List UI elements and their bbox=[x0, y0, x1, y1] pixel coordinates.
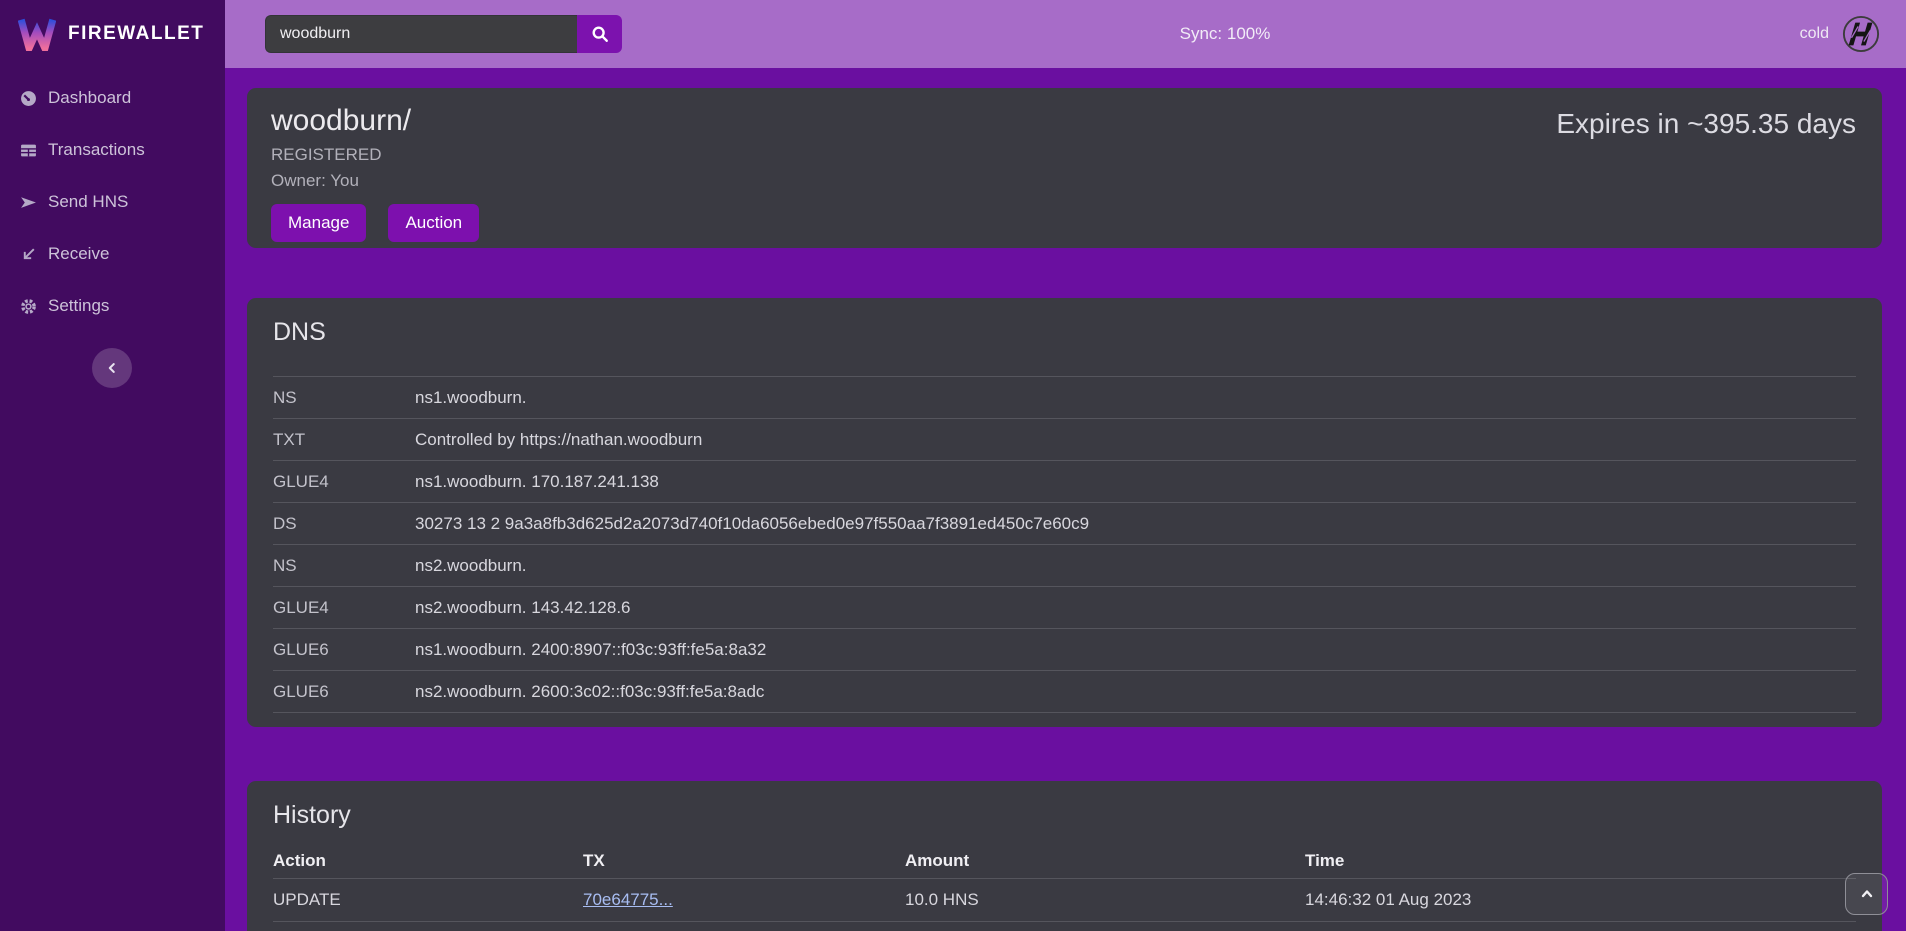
dns-record-value: ns1.woodburn. 170.187.241.138 bbox=[415, 472, 659, 492]
chevron-left-icon bbox=[105, 361, 119, 375]
dns-record-type: GLUE4 bbox=[273, 472, 415, 492]
history-row: RENEW 476ed4... 10.0 HNS 15:47:36 07 Jul… bbox=[273, 922, 1856, 931]
history-action: UPDATE bbox=[273, 890, 583, 910]
settings-icon bbox=[20, 298, 37, 315]
history-header-time: Time bbox=[1305, 851, 1856, 871]
app-root: FIREWALLET Dashboard bbox=[0, 0, 1906, 931]
tx-link[interactable]: 70e64775... bbox=[583, 890, 673, 909]
dns-record-type: TXT bbox=[273, 430, 415, 450]
history-amount: 10.0 HNS bbox=[905, 890, 1305, 910]
sidebar-collapse-button[interactable] bbox=[92, 348, 132, 388]
dns-record-type: NS bbox=[273, 388, 415, 408]
dns-record-value: ns2.woodburn. 2600:3c02::f03c:93ff:fe5a:… bbox=[415, 682, 764, 702]
dns-record-row: DS 30273 13 2 9a3a8fb3d625d2a2073d740f10… bbox=[273, 502, 1856, 544]
history-row: UPDATE 70e64775... 10.0 HNS 14:46:32 01 … bbox=[273, 879, 1856, 922]
dns-record-value: ns1.woodburn. bbox=[415, 388, 527, 408]
dns-record-value: ns2.woodburn. bbox=[415, 556, 527, 576]
sidebar-item-settings[interactable]: Settings bbox=[0, 280, 225, 332]
history-title: History bbox=[273, 801, 1856, 830]
send-icon bbox=[20, 194, 37, 211]
dns-record-value: ns1.woodburn. 2400:8907::f03c:93ff:fe5a:… bbox=[415, 640, 766, 660]
topbar: Sync: 100% cold bbox=[225, 0, 1906, 68]
sidebar: FIREWALLET Dashboard bbox=[0, 0, 225, 931]
dns-record-type: DS bbox=[273, 514, 415, 534]
dns-record-type: GLUE6 bbox=[273, 682, 415, 702]
brand[interactable]: FIREWALLET bbox=[0, 0, 225, 68]
dns-title: DNS bbox=[273, 318, 1856, 347]
expiry-label: Expires in ~395.35 days bbox=[1556, 108, 1856, 140]
domain-status: REGISTERED bbox=[271, 145, 1858, 165]
dns-record-type: NS bbox=[273, 556, 415, 576]
search-button[interactable] bbox=[577, 15, 622, 53]
history-header-tx: TX bbox=[583, 851, 905, 871]
sidebar-item-label: Transactions bbox=[48, 140, 145, 160]
sidebar-item-label: Dashboard bbox=[48, 88, 131, 108]
dns-record-row: GLUE4 ns1.woodburn. 170.187.241.138 bbox=[273, 460, 1856, 502]
domain-owner: Owner: You bbox=[271, 171, 1858, 191]
sidebar-item-label: Settings bbox=[48, 296, 109, 316]
auction-button[interactable]: Auction bbox=[388, 204, 479, 242]
sync-status: Sync: 100% bbox=[1180, 0, 1271, 68]
dns-record-value: Controlled by https://nathan.woodburn bbox=[415, 430, 702, 450]
sidebar-item-label: Receive bbox=[48, 244, 109, 264]
scroll-to-top-button[interactable] bbox=[1845, 873, 1888, 915]
dns-record-row: GLUE6 ns2.woodburn. 2600:3c02::f03c:93ff… bbox=[273, 670, 1856, 713]
handshake-logo-icon[interactable] bbox=[1842, 15, 1880, 53]
sidebar-item-label: Send HNS bbox=[48, 192, 128, 212]
domain-card: woodburn/ REGISTERED Owner: You Manage A… bbox=[247, 88, 1882, 248]
history-card: History Action TX Amount Time UPDATE 70e… bbox=[247, 781, 1882, 931]
manage-button[interactable]: Manage bbox=[271, 204, 366, 242]
wallet-name: cold bbox=[1800, 25, 1829, 43]
dns-record-row: GLUE6 ns1.woodburn. 2400:8907::f03c:93ff… bbox=[273, 628, 1856, 670]
dns-record-row: NS ns1.woodburn. bbox=[273, 376, 1856, 418]
sidebar-item-send-hns[interactable]: Send HNS bbox=[0, 176, 225, 228]
dns-record-row: GLUE4 ns2.woodburn. 143.42.128.6 bbox=[273, 586, 1856, 628]
sidebar-item-dashboard[interactable]: Dashboard bbox=[0, 72, 225, 124]
dns-table: NS ns1.woodburn. TXT Controlled by https… bbox=[273, 376, 1856, 713]
sidebar-item-receive[interactable]: Receive bbox=[0, 228, 225, 280]
search-input[interactable] bbox=[265, 15, 577, 53]
brand-name: FIREWALLET bbox=[68, 23, 204, 45]
dns-record-type: GLUE4 bbox=[273, 598, 415, 618]
dns-record-row: NS ns2.woodburn. bbox=[273, 544, 1856, 586]
chevron-up-icon bbox=[1859, 886, 1875, 902]
sidebar-item-transactions[interactable]: Transactions bbox=[0, 124, 225, 176]
history-header-action: Action bbox=[273, 851, 583, 871]
history-header-amount: Amount bbox=[905, 851, 1305, 871]
firewallet-logo-icon bbox=[18, 17, 56, 51]
dns-record-row: TXT Controlled by https://nathan.woodbur… bbox=[273, 418, 1856, 460]
history-header-row: Action TX Amount Time bbox=[273, 844, 1856, 879]
history-time: 14:46:32 01 Aug 2023 bbox=[1305, 890, 1856, 910]
search-icon bbox=[591, 25, 609, 43]
dashboard-icon bbox=[20, 90, 37, 107]
dns-card: DNS NS ns1.woodburn. TXT Controlled by h… bbox=[247, 298, 1882, 727]
receive-icon bbox=[20, 246, 37, 263]
dns-record-value: 30273 13 2 9a3a8fb3d625d2a2073d740f10da6… bbox=[415, 514, 1089, 534]
domain-actions: Manage Auction bbox=[271, 204, 1858, 242]
dns-record-value: ns2.woodburn. 143.42.128.6 bbox=[415, 598, 631, 618]
dns-record-type: GLUE6 bbox=[273, 640, 415, 660]
transactions-icon bbox=[20, 142, 37, 159]
search-group bbox=[265, 15, 622, 53]
sidebar-nav: Dashboard Transactions bbox=[0, 68, 225, 332]
wallet-indicator: cold bbox=[1800, 0, 1880, 68]
